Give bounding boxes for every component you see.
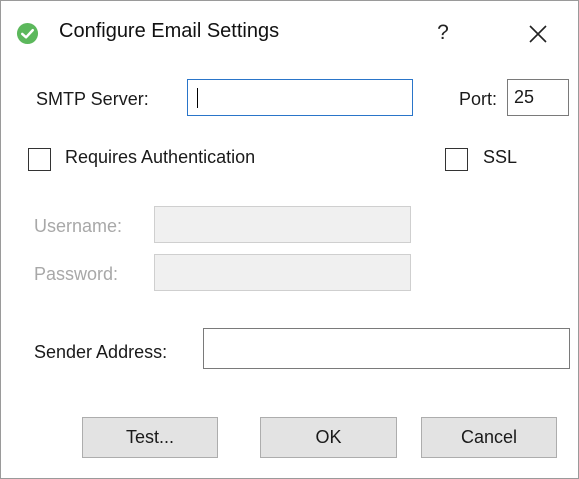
ssl-label[interactable]: SSL: [483, 147, 517, 168]
ssl-checkbox[interactable]: [445, 148, 468, 171]
dialog-title: Configure Email Settings: [59, 20, 280, 42]
password-label: Password:: [34, 264, 119, 284]
smtp-server-label: SMTP Server:: [36, 89, 149, 109]
port-value: 25: [514, 87, 535, 107]
requires-authentication-label[interactable]: Requires Authentication: [65, 147, 255, 168]
username-label: Username:: [34, 216, 123, 236]
sender-address-label: Sender Address:: [34, 342, 168, 362]
text-caret: [197, 88, 198, 108]
port-input[interactable]: 25: [507, 79, 569, 116]
sender-address-input[interactable]: [203, 328, 570, 369]
requires-authentication-checkbox[interactable]: [28, 148, 51, 171]
help-button[interactable]: ?: [427, 13, 459, 53]
username-input: [154, 206, 411, 243]
password-input: [154, 254, 411, 291]
configure-email-dialog: Configure Email Settings ? SMTP Server: …: [0, 0, 579, 479]
title-bar[interactable]: Configure Email Settings ?: [1, 1, 578, 61]
smtp-server-input[interactable]: [187, 79, 413, 116]
test-button[interactable]: Test...: [82, 417, 218, 458]
close-icon: [529, 25, 547, 43]
cancel-button[interactable]: Cancel: [421, 417, 557, 458]
close-button[interactable]: [517, 15, 559, 53]
port-label: Port:: [459, 89, 498, 109]
green-checkmark-circle-icon: [16, 22, 39, 45]
ok-button[interactable]: OK: [260, 417, 397, 458]
